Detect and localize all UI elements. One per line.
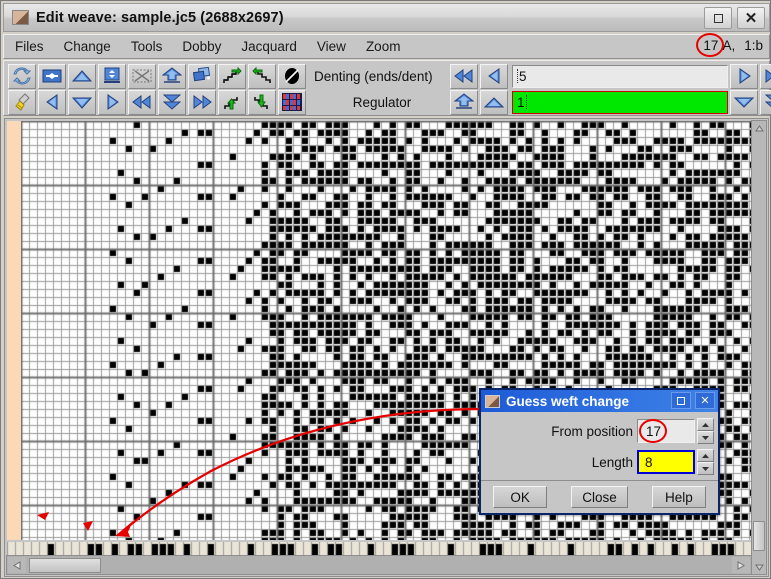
help-button[interactable]: Help	[651, 486, 706, 508]
copy-layer-icon[interactable]	[188, 63, 216, 89]
status-shaft: A,	[722, 38, 736, 53]
refresh-icon[interactable]	[8, 63, 36, 89]
denting-prev-all-button[interactable]	[450, 63, 478, 89]
regulator-down-button[interactable]	[730, 89, 758, 115]
from-position-input[interactable]: 17	[637, 418, 695, 443]
close-icon: ✕	[700, 395, 710, 407]
denting-prev-button[interactable]	[480, 63, 508, 89]
length-row: Length 8	[592, 449, 714, 475]
weave-swatch-icon	[12, 10, 29, 25]
vertical-scroll-thumb[interactable]	[753, 521, 765, 551]
broom-icon[interactable]	[8, 89, 36, 115]
denting-value: 5	[519, 68, 527, 84]
double-down-icon[interactable]	[158, 89, 186, 115]
window-title: Edit weave: sample.jc5 (2688x2697)	[36, 9, 284, 26]
invert-icon[interactable]	[278, 63, 306, 89]
toolbar-row-1: Denting (ends/dent) 5	[8, 63, 771, 89]
scroll-down-button[interactable]	[752, 560, 766, 574]
vertical-scrollbar[interactable]	[751, 120, 767, 575]
edit-weave-window: Edit weave: sample.jc5 (2688x2697) ✕ Fil…	[0, 0, 771, 579]
toolbar-row-2: Regulator 1	[8, 89, 771, 115]
vertical-resize-icon[interactable]	[98, 63, 126, 89]
length-stepper[interactable]	[697, 449, 714, 475]
toolbar: Denting (ends/dent) 5 Regulator 1	[3, 60, 771, 116]
status-ratio: 1:b	[744, 38, 763, 53]
double-up-icon[interactable]	[158, 63, 186, 89]
scroll-up-button[interactable]	[752, 121, 766, 135]
dialog-title-bar: Guess weft change ✕	[481, 390, 718, 412]
title-bar: Edit weave: sample.jc5 (2688x2697) ✕	[3, 3, 770, 32]
denting-label: Denting (ends/dent)	[314, 68, 433, 84]
length-increment-button[interactable]	[697, 449, 714, 462]
length-decrement-button[interactable]	[697, 462, 714, 475]
regulator-label: Regulator	[352, 94, 412, 110]
dialog-close-button[interactable]: ✕	[695, 392, 715, 409]
ok-button[interactable]: OK	[493, 486, 548, 508]
close-button[interactable]: ✕	[737, 7, 765, 29]
window-controls: ✕	[704, 7, 765, 29]
dialog-body: From position 17 Length 8	[481, 412, 718, 480]
regulator-value: 1	[517, 94, 525, 110]
scroll-left-button[interactable]	[8, 557, 26, 573]
denting-next-all-button[interactable]	[760, 63, 771, 89]
regulator-down-all-button[interactable]	[760, 89, 771, 115]
menu-item-change[interactable]: Change	[55, 37, 120, 56]
stairs-left-icon[interactable]	[248, 63, 276, 89]
regulator-up-button[interactable]	[480, 89, 508, 115]
dialog-maximize-button[interactable]	[671, 392, 691, 409]
maximize-icon	[713, 13, 723, 23]
menu-item-view[interactable]: View	[308, 37, 355, 56]
length-value: 8	[645, 454, 653, 470]
left-triangle-icon[interactable]	[38, 89, 66, 115]
guess-weft-change-dialog: Guess weft change ✕ From position 17 Len…	[479, 388, 720, 515]
maximize-icon	[677, 396, 685, 405]
horizontal-scrollbar[interactable]	[6, 555, 752, 575]
double-right-icon[interactable]	[188, 89, 216, 115]
weave-swatch-icon	[485, 394, 500, 408]
from-position-label: From position	[551, 423, 633, 439]
regulator-value-field[interactable]: 1	[512, 90, 728, 114]
double-left-icon[interactable]	[128, 89, 156, 115]
dialog-footer: OK Close Help	[481, 480, 718, 513]
from-position-decrement-button[interactable]	[697, 431, 714, 444]
menu-item-dobby[interactable]: Dobby	[173, 37, 230, 56]
status-position: 17	[696, 33, 725, 57]
warp-color-strip[interactable]	[7, 121, 21, 540]
stairs-up-icon[interactable]	[218, 89, 246, 115]
right-triangle-icon[interactable]	[98, 89, 126, 115]
regulator-up-all-button[interactable]	[450, 89, 478, 115]
length-input[interactable]: 8	[637, 450, 695, 474]
weave-texture-icon[interactable]	[278, 89, 306, 115]
from-position-stepper[interactable]	[697, 418, 714, 444]
menu-bar: Files Change Tools Dobby Jacquard View Z…	[3, 33, 770, 59]
menu-item-files[interactable]: Files	[6, 37, 53, 56]
scroll-right-button[interactable]	[732, 557, 750, 573]
denting-next-button[interactable]	[730, 63, 758, 89]
flip-horizontal-icon[interactable]	[38, 63, 66, 89]
menu-item-tools[interactable]: Tools	[122, 37, 172, 56]
menu-item-jacquard[interactable]: Jacquard	[232, 37, 306, 56]
down-triangle-icon[interactable]	[68, 89, 96, 115]
close-icon: ✕	[744, 9, 758, 27]
clear-selection-icon[interactable]	[128, 63, 156, 89]
text-caret	[525, 95, 527, 109]
maximize-button[interactable]	[704, 7, 732, 29]
stairs-down-icon[interactable]	[248, 89, 276, 115]
dialog-window-controls: ✕	[671, 392, 715, 409]
length-label: Length	[591, 454, 633, 470]
denting-value-field[interactable]: 5	[512, 64, 728, 88]
up-triangle-icon[interactable]	[68, 63, 96, 89]
menu-item-zoom[interactable]: Zoom	[357, 37, 410, 56]
dialog-title: Guess weft change	[506, 393, 630, 409]
from-position-increment-button[interactable]	[697, 418, 714, 431]
text-caret	[517, 69, 518, 83]
from-position-value: 17	[638, 418, 668, 443]
close-button[interactable]: Close	[571, 486, 628, 508]
stairs-right-icon[interactable]	[218, 63, 246, 89]
from-position-row: From position 17	[551, 418, 714, 444]
horizontal-scroll-thumb[interactable]	[29, 558, 101, 573]
status-indicator: 17 A, 1:b	[696, 33, 763, 57]
